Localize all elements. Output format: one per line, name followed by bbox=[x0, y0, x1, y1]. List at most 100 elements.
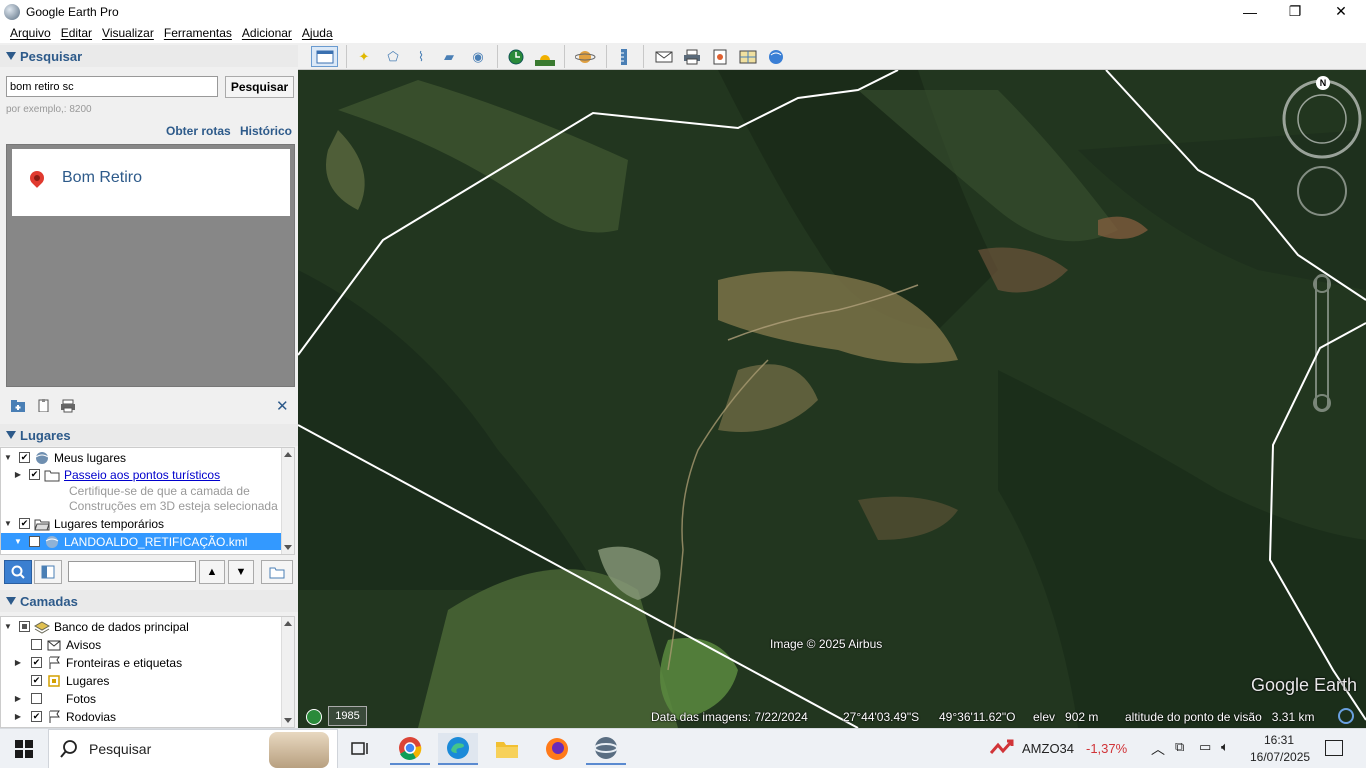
panel-toggle-button[interactable] bbox=[34, 560, 62, 584]
view-in-maps-button[interactable] bbox=[737, 46, 759, 67]
volume-icon[interactable]: 🔈︎ bbox=[1221, 739, 1229, 755]
search-button[interactable]: Pesquisar bbox=[225, 76, 294, 98]
clock-time[interactable]: 16:31 bbox=[1264, 733, 1294, 747]
record-tour-button[interactable]: ◉ bbox=[467, 46, 489, 67]
layer-places[interactable]: ✔ Lugares bbox=[31, 672, 109, 689]
tree-item-temp-places[interactable]: ▼ ✔ Lugares temporários bbox=[1, 515, 164, 532]
expand-arrow-icon[interactable]: ▼ bbox=[3, 453, 13, 463]
stock-change[interactable]: -1,37% bbox=[1086, 741, 1127, 756]
menu-visualizar[interactable]: Visualizar bbox=[97, 26, 159, 40]
taskbar-search-box[interactable]: Pesquisar bbox=[48, 729, 338, 768]
layer-photos[interactable]: ▶ Fotos bbox=[13, 690, 96, 707]
expand-arrow-icon[interactable]: ▼ bbox=[13, 537, 23, 547]
tray-chevron-up-icon[interactable]: ︿ bbox=[1151, 739, 1165, 759]
taskbar-firefox[interactable] bbox=[537, 733, 577, 765]
taskbar-chrome[interactable] bbox=[390, 733, 430, 765]
switch-planet-button[interactable] bbox=[572, 46, 600, 67]
start-button[interactable] bbox=[4, 733, 44, 765]
layers-scrollbar[interactable] bbox=[281, 617, 294, 727]
taskbar-file-explorer[interactable] bbox=[487, 733, 527, 765]
open-folder-button[interactable] bbox=[261, 560, 293, 584]
taskbar-google-earth[interactable] bbox=[586, 733, 626, 765]
close-button[interactable]: ✕ bbox=[1318, 0, 1364, 23]
scroll-up-arrow-icon[interactable] bbox=[284, 621, 292, 626]
sidebar-toggle-button[interactable] bbox=[311, 46, 338, 67]
sunlight-button[interactable] bbox=[534, 46, 556, 67]
maximize-button[interactable]: ❐ bbox=[1272, 0, 1318, 23]
search-result-label[interactable]: Bom Retiro bbox=[62, 169, 142, 187]
stock-widget-icon[interactable] bbox=[989, 739, 1014, 757]
checkbox[interactable] bbox=[31, 693, 42, 704]
minimize-button[interactable]: — bbox=[1227, 0, 1273, 23]
copy-icon[interactable] bbox=[36, 398, 52, 412]
history-link[interactable]: Histórico bbox=[240, 124, 292, 138]
compass-north-label[interactable]: N bbox=[1316, 76, 1330, 90]
save-image-button[interactable] bbox=[709, 46, 731, 67]
year-badge[interactable]: 1985 bbox=[328, 706, 367, 726]
checkbox[interactable] bbox=[31, 639, 42, 650]
tour-link[interactable]: Passeio aos pontos turísticos bbox=[64, 468, 220, 482]
taskbar-edge[interactable] bbox=[438, 733, 478, 765]
checkbox[interactable]: ✔ bbox=[31, 711, 42, 722]
checkbox[interactable]: ✔ bbox=[31, 657, 42, 668]
expand-arrow-icon[interactable]: ▼ bbox=[3, 519, 13, 529]
clock-date[interactable]: 16/07/2025 bbox=[1250, 750, 1310, 764]
menu-adicionar[interactable]: Adicionar bbox=[237, 26, 297, 40]
layer-notices[interactable]: Avisos bbox=[31, 636, 101, 653]
menu-editar[interactable]: Editar bbox=[56, 26, 97, 40]
expand-arrow-icon[interactable]: ▼ bbox=[3, 622, 13, 632]
checkbox[interactable]: ✔ bbox=[31, 675, 42, 686]
places-panel-header[interactable]: Lugares bbox=[0, 424, 298, 446]
layer-roads[interactable]: ▶ ✔ Rodovias bbox=[13, 708, 116, 725]
tree-item-my-places[interactable]: ▼ ✔ Meus lugares bbox=[1, 449, 126, 466]
expand-arrow-icon[interactable]: ▶ bbox=[13, 712, 23, 722]
menu-arquivo[interactable]: Arquivo bbox=[5, 26, 56, 40]
checkbox[interactable]: ✔ bbox=[19, 452, 30, 463]
get-directions-link[interactable]: Obter rotas bbox=[166, 124, 231, 138]
expand-arrow-icon[interactable]: ▶ bbox=[13, 658, 23, 668]
add-path-button[interactable]: ⌇ bbox=[410, 46, 432, 67]
ruler-button[interactable] bbox=[613, 46, 635, 67]
tree-item-kml[interactable]: ▼ ✔ LANDOALDO_RETIFICAÇÃO.kml bbox=[1, 533, 282, 550]
map-view[interactable]: N Image © 2025 Airbus Google Earth 1985 … bbox=[298, 70, 1366, 728]
scroll-down-arrow-icon[interactable] bbox=[284, 545, 292, 550]
add-placemark-button[interactable]: ✦ bbox=[353, 46, 375, 67]
layers-panel-header[interactable]: Camadas bbox=[0, 590, 298, 612]
search-panel-header[interactable]: Pesquisar bbox=[0, 45, 298, 67]
move-down-button[interactable]: ▼ bbox=[228, 560, 254, 584]
battery-icon[interactable]: ▭ bbox=[1199, 739, 1211, 755]
search-result-item[interactable]: Bom Retiro bbox=[12, 149, 290, 216]
places-search-button[interactable] bbox=[4, 560, 32, 584]
clear-search-icon[interactable]: ✕ bbox=[276, 397, 289, 415]
search-input[interactable] bbox=[6, 76, 218, 97]
places-scrollbar[interactable] bbox=[281, 448, 294, 554]
scroll-up-arrow-icon[interactable] bbox=[284, 452, 292, 457]
print-map-button[interactable] bbox=[681, 46, 703, 67]
places-search-input[interactable] bbox=[68, 561, 196, 582]
earth-view-button[interactable] bbox=[765, 46, 787, 67]
move-up-button[interactable]: ▲ bbox=[199, 560, 225, 584]
stock-symbol[interactable]: AMZO34 bbox=[1022, 741, 1074, 756]
checkbox[interactable]: ✔ bbox=[19, 518, 30, 529]
historical-imagery-button[interactable] bbox=[505, 46, 527, 67]
menu-ajuda[interactable]: Ajuda bbox=[297, 26, 338, 40]
checkbox[interactable]: ✔ bbox=[29, 469, 40, 480]
tray-app-icon[interactable]: ⧉ bbox=[1175, 739, 1184, 755]
notifications-icon[interactable] bbox=[1325, 740, 1343, 756]
checkbox[interactable]: ✔ bbox=[29, 536, 40, 547]
print-icon[interactable] bbox=[60, 399, 76, 413]
menu-ferramentas[interactable]: Ferramentas bbox=[159, 26, 237, 40]
task-view-button[interactable] bbox=[340, 733, 380, 765]
expand-arrow-icon[interactable]: ▶ bbox=[13, 470, 23, 480]
scroll-down-arrow-icon[interactable] bbox=[284, 718, 292, 723]
historical-clock-icon[interactable] bbox=[306, 709, 322, 725]
layer-main-db[interactable]: ▼ Banco de dados principal bbox=[1, 618, 189, 635]
checkbox-partial[interactable] bbox=[19, 621, 30, 632]
add-overlay-button[interactable]: ▰ bbox=[438, 46, 460, 67]
layer-borders[interactable]: ▶ ✔ Fronteiras e etiquetas bbox=[13, 654, 182, 671]
expand-arrow-icon[interactable]: ▶ bbox=[13, 694, 23, 704]
tree-item-tour[interactable]: ▶ ✔ Passeio aos pontos turísticos bbox=[13, 466, 220, 483]
add-folder-icon[interactable] bbox=[10, 399, 26, 413]
add-polygon-button[interactable]: ⬠ bbox=[382, 46, 404, 67]
email-button[interactable] bbox=[653, 46, 675, 67]
